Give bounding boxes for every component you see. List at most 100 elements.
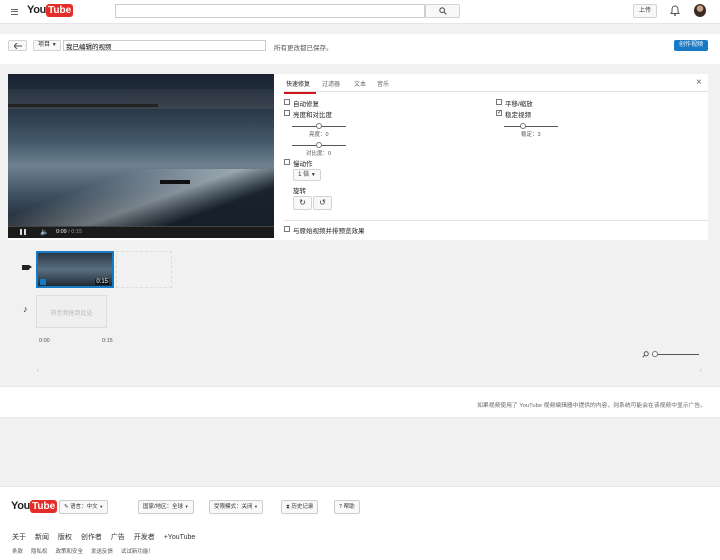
history-button[interactable]: ⧗ 历史记录 xyxy=(281,500,319,514)
video-track-icon-lens xyxy=(29,265,32,269)
volume-icon[interactable]: 🔈 xyxy=(40,228,49,236)
tab-text[interactable]: 文本 xyxy=(354,79,366,88)
video-preview[interactable] xyxy=(8,74,274,226)
stabilize-value: 稳定：3 xyxy=(521,132,541,138)
footer-link-copyright[interactable]: 版权 xyxy=(58,534,72,541)
video-clip[interactable]: 0:15 xyxy=(36,251,114,288)
pause-icon[interactable] xyxy=(20,229,26,235)
tab-music[interactable]: 音乐 xyxy=(377,79,389,88)
progress-bar[interactable] xyxy=(8,226,274,227)
pan-zoom-checkbox[interactable] xyxy=(496,99,502,105)
footer-links: 关于 新闻 版权 创作者 广告 开发者 +YouTube xyxy=(12,532,195,542)
rotate-right-button[interactable]: ↺ xyxy=(313,196,332,210)
time-total: / 0:15 xyxy=(68,229,83,235)
avatar[interactable] xyxy=(694,4,706,17)
brightness-contrast-checkbox[interactable] xyxy=(284,110,290,116)
search-icon xyxy=(438,7,447,15)
auto-fix-checkbox[interactable] xyxy=(284,99,290,105)
footer-link-terms[interactable]: 条款 xyxy=(12,549,23,555)
ad-notice-text: 如果视频使用了 YouTube 视频编辑器中提供的内容，则系统可能会在该视频中显… xyxy=(477,403,706,409)
pan-zoom-label: 平移/缩放 xyxy=(505,101,533,108)
chevron-down-icon: ▼ xyxy=(99,504,104,509)
tab-bar: 快速修复 过滤器 文本 音乐 × xyxy=(284,74,708,94)
video-track-icon xyxy=(22,265,29,270)
speed-value: 1 倍 xyxy=(298,172,310,178)
search-input[interactable] xyxy=(115,4,425,18)
menu-icon[interactable] xyxy=(11,7,18,16)
upload-button[interactable]: 上传 xyxy=(633,4,657,18)
editor-toolbar: 项目 ▼ 所有更改都已保存。 创作视频 xyxy=(0,34,720,64)
history-icon: ⧗ xyxy=(286,504,290,510)
scroll-right-icon[interactable]: › xyxy=(700,368,702,374)
scroll-left-icon[interactable]: ‹ xyxy=(37,368,39,374)
chevron-down-icon: ▼ xyxy=(254,504,259,509)
help-label: 帮助 xyxy=(343,504,355,510)
footer-link-policy-safety[interactable]: 政策和安全 xyxy=(55,549,83,555)
close-icon[interactable]: × xyxy=(696,77,702,88)
search-button[interactable] xyxy=(425,4,460,18)
tab-filters[interactable]: 过滤器 xyxy=(322,79,340,88)
rotate-left-button[interactable]: ↻ xyxy=(293,196,312,210)
language-icon: ✎ xyxy=(64,504,69,510)
footer-link-privacy[interactable]: 隐私权 xyxy=(31,549,48,555)
stabilize-slider-knob[interactable] xyxy=(520,123,526,129)
footer-link-feedback[interactable]: 发送反馈 xyxy=(91,549,113,555)
project-title-input[interactable] xyxy=(63,40,266,51)
slow-motion-label: 慢动作 xyxy=(293,161,313,168)
stabilize-slider[interactable] xyxy=(504,126,558,127)
footer-link-press[interactable]: 新闻 xyxy=(35,534,49,541)
logo-tube-text: Tube xyxy=(46,4,74,17)
stabilize-label: 稳定视频 xyxy=(505,112,531,119)
slow-motion-checkbox[interactable] xyxy=(284,159,290,165)
footer-link-try-new[interactable]: 试试新功能！ xyxy=(121,549,154,555)
save-status: 所有更改都已保存。 xyxy=(274,45,333,52)
contrast-slider-knob[interactable] xyxy=(316,142,322,148)
zoom-slider[interactable] xyxy=(652,354,699,355)
auto-fix-label: 自动修复 xyxy=(293,101,319,108)
top-header: You Tube 上传 xyxy=(0,0,720,24)
side-by-side-checkbox[interactable] xyxy=(284,226,290,232)
ad-notice-bar: 如果视频使用了 YouTube 视频编辑器中提供的内容，则系统可能会在该视频中显… xyxy=(0,386,720,418)
footer-logo-tube: Tube xyxy=(30,500,58,513)
brightness-contrast-label: 亮度和对比度 xyxy=(293,112,332,119)
speed-dropdown[interactable]: 1 倍 ▼ xyxy=(293,169,321,181)
create-video-button[interactable]: 创作视频 xyxy=(674,40,708,51)
zoom-icon xyxy=(642,351,649,360)
help-button[interactable]: ? 帮助 xyxy=(334,500,360,514)
bridge xyxy=(8,104,158,107)
side-by-side-label: 与原始视频并排预览效果 xyxy=(293,228,365,235)
project-dropdown[interactable]: 项目 ▼ xyxy=(33,40,61,51)
restricted-mode-button[interactable]: 受限模式：关闭 ▼ xyxy=(209,500,264,514)
rotate-label: 旋转 xyxy=(293,188,306,195)
brightness-value: 亮度：0 xyxy=(309,132,329,138)
help-icon: ? xyxy=(339,504,343,510)
tab-quickfix[interactable]: 快速修复 xyxy=(284,79,316,94)
rotate-right-icon: ↺ xyxy=(319,198,326,207)
footer-logo-you: You xyxy=(11,500,31,512)
footer-link-advertise[interactable]: 广告 xyxy=(111,534,125,541)
back-button[interactable] xyxy=(8,40,27,51)
chevron-down-icon: ▼ xyxy=(184,504,189,509)
footer-link-developers[interactable]: 开发者 xyxy=(134,534,155,541)
footer-youtube-logo[interactable]: You Tube xyxy=(11,500,58,513)
language-button[interactable]: ✎ 语言：中文 ▼ xyxy=(59,500,109,514)
audio-drop-zone[interactable]: 将音频拖到此处 xyxy=(36,295,107,328)
notifications-icon[interactable] xyxy=(670,5,680,18)
music-note-icon: ♪ xyxy=(23,304,28,314)
clip-edit-icon[interactable] xyxy=(40,279,46,285)
rotate-left-icon: ↻ xyxy=(299,198,306,207)
youtube-logo[interactable]: You Tube xyxy=(27,4,74,17)
time-current: 0:09 xyxy=(56,229,67,235)
divider xyxy=(284,220,708,221)
footer-link-plus-youtube[interactable]: +YouTube xyxy=(164,534,196,541)
timeline-area: 0:15 ♪ 将音频拖到此处 0:00 0:15 ‹ › xyxy=(8,240,708,376)
footer-link-about[interactable]: 关于 xyxy=(12,534,26,541)
audio-placeholder: 将音频拖到此处 xyxy=(50,311,93,317)
stabilize-checkbox[interactable]: ✓ xyxy=(496,110,502,116)
country-button[interactable]: 国家/地区：全球 ▼ xyxy=(138,500,194,514)
brightness-slider-knob[interactable] xyxy=(316,123,322,129)
player-controls: 🔈 0:09 / 0:15 xyxy=(8,226,274,238)
chevron-down-icon: ▼ xyxy=(51,42,57,48)
zoom-slider-knob[interactable] xyxy=(652,351,658,357)
footer-link-creators[interactable]: 创作者 xyxy=(81,534,102,541)
